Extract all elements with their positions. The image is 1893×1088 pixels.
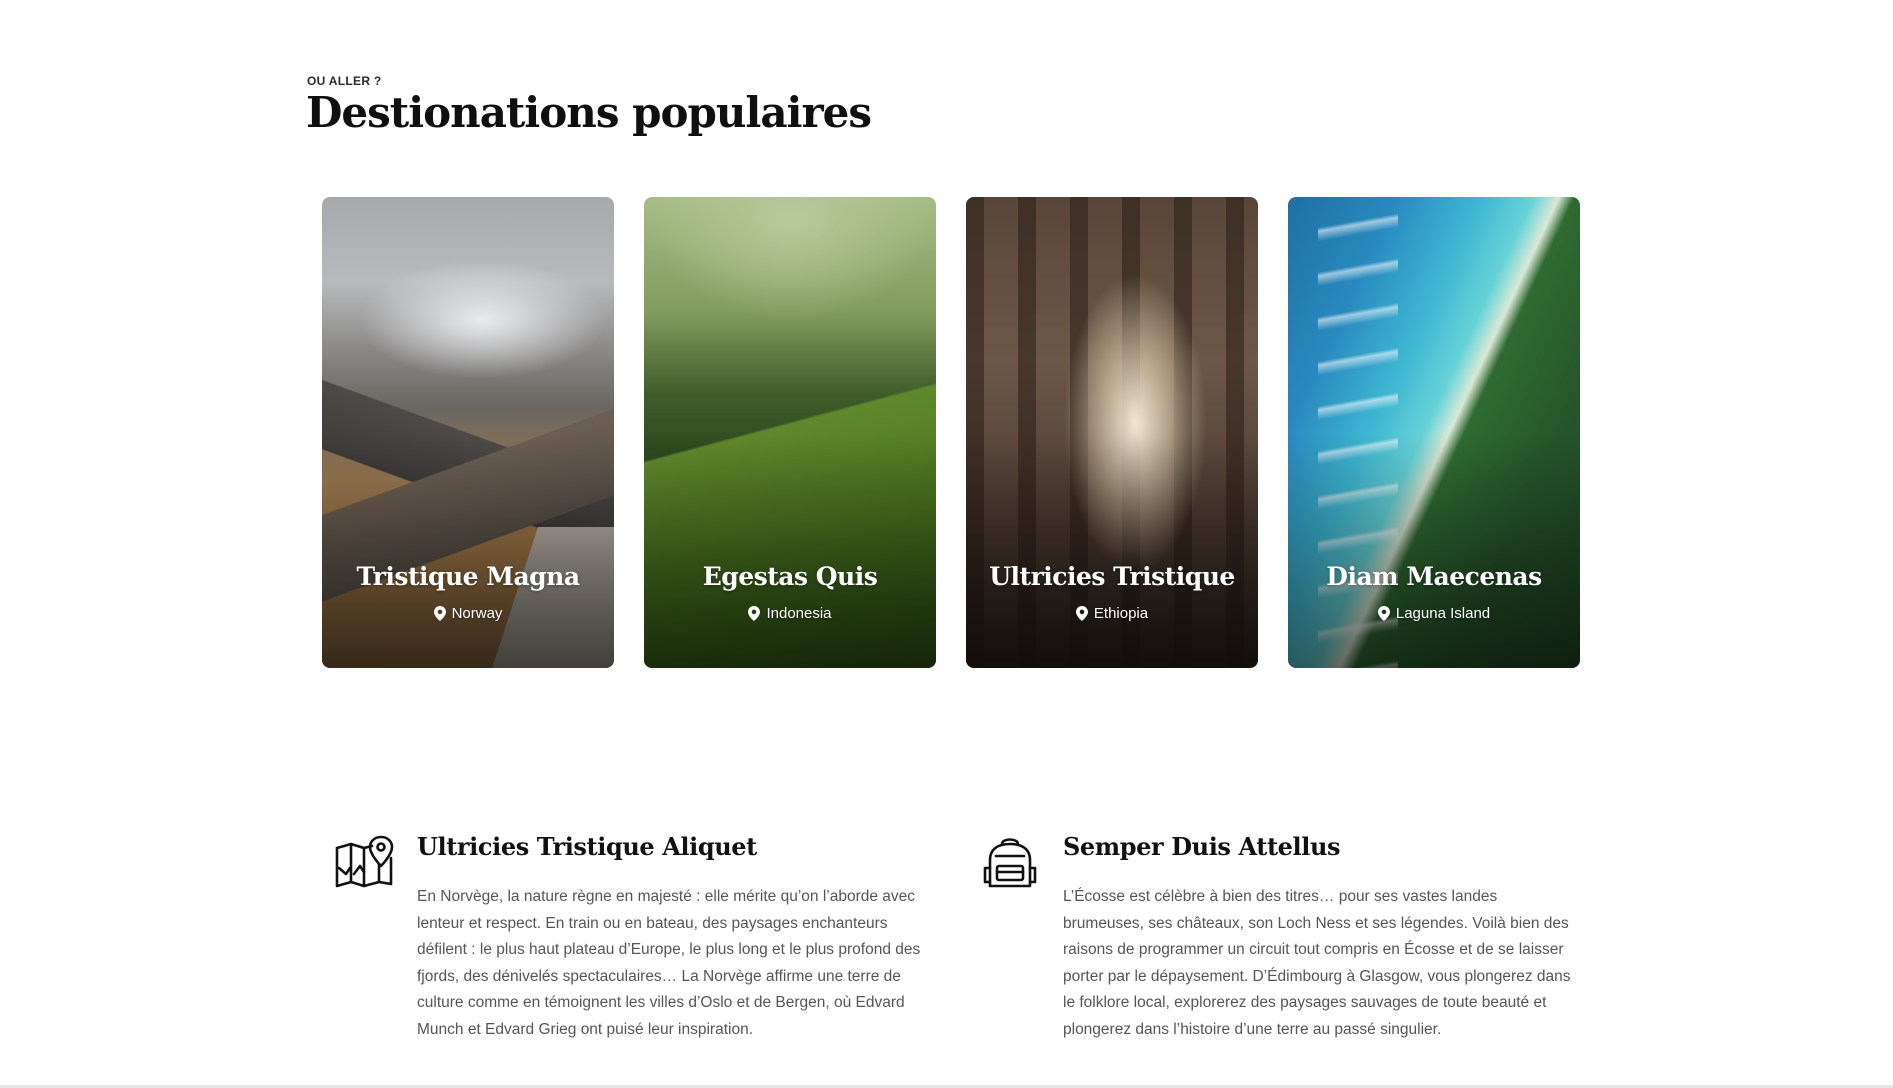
destination-name: Tristique Magna [356,562,580,591]
destination-name: Diam Maecenas [1326,562,1542,591]
feature-text: L’Écosse est célèbre à bien des titres… … [1063,888,1571,1038]
destination-card-indonesia[interactable]: Egestas Quis Indonesia [644,197,936,668]
location-label: Norway [451,605,503,622]
location-label: Laguna Island [1395,605,1491,622]
backpack-icon [983,838,1037,888]
feature-text: En Norvège, la nature règne en majesté :… [417,888,921,1038]
location-label: Indonesia [766,605,832,622]
location-pin-icon [433,606,446,621]
destination-location: Ethiopia [966,605,1258,622]
destination-card-laguna[interactable]: Diam Maecenas Laguna Island [1288,197,1580,668]
location-pin-icon [748,606,761,621]
feature-title: Semper Duis Attellus [1063,832,1341,861]
destination-card-ethiopia[interactable]: Ultricies Tristique Ethiopia [966,197,1258,668]
destination-name: Egestas Quis [702,562,878,591]
section-eyebrow: OU ALLER ? [307,74,382,88]
destination-name: Ultricies Tristique [989,562,1235,591]
location-label: Ethiopia [1093,605,1149,622]
destination-cards: Tristique Magna Norway Egestas Quis Indo… [322,197,1580,668]
destination-location: Indonesia [644,605,936,622]
destination-card-norway[interactable]: Tristique Magna Norway [322,197,614,668]
destination-location: Norway [322,605,614,622]
page: OU ALLER ? Destionations populaires Tris… [0,0,1893,1088]
section-title: Destionations populaires [306,88,872,137]
location-pin-icon [1075,606,1088,621]
location-pin-icon [1377,606,1390,621]
map-pin-icon [335,835,394,888]
feature-title: Ultricies Tristique Aliquet [417,832,757,861]
destination-location: Laguna Island [1288,605,1580,622]
